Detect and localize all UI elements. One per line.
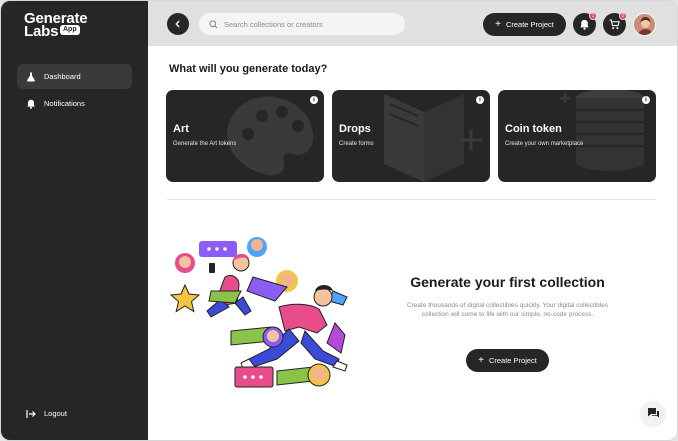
cart-badge: 0 [619, 12, 627, 20]
logo[interactable]: Generate Labs App [24, 11, 134, 42]
search-bar[interactable] [199, 13, 405, 35]
app-window: Generate Labs App Dashboard Notification… [0, 0, 678, 441]
chat-icon [647, 408, 659, 418]
top-bar: + Create Project 1 0 [148, 1, 677, 46]
notifications-badge: 1 [589, 12, 597, 20]
plus-icon: + [478, 354, 484, 366]
plus-icon: + [495, 18, 501, 30]
card-art[interactable]: i Art Generate the Art tokens [166, 90, 324, 182]
divider [167, 199, 656, 200]
sidebar: Generate Labs App Dashboard Notification… [1, 1, 148, 440]
book-icon [384, 94, 482, 182]
search-icon [209, 19, 218, 28]
logo-badge: App [60, 25, 80, 35]
sidebar-item-notifications[interactable]: Notifications [17, 91, 132, 116]
page-title: What will you generate today? [169, 63, 328, 75]
collection-description: Create thousands of digital collectibles… [406, 302, 609, 318]
search-input[interactable] [224, 19, 394, 29]
bell-icon [580, 19, 589, 30]
card-coin-token[interactable]: i Coin token Create your own marketplace [498, 90, 656, 182]
create-project-button[interactable]: + Create Project [483, 13, 566, 36]
card-subtitle: Create your own marketplace [505, 141, 584, 147]
cart-icon [609, 19, 620, 30]
info-icon[interactable]: i [310, 96, 318, 104]
coins-icon [560, 90, 644, 171]
card-subtitle: Generate the Art tokens [173, 141, 237, 147]
back-button[interactable] [167, 13, 189, 35]
avatar[interactable] [633, 13, 656, 36]
palette-icon [226, 96, 314, 176]
create-project-label: Create Project [505, 20, 554, 29]
logout-label: Logout [44, 409, 67, 418]
card-title: Coin token [505, 123, 562, 135]
notifications-button[interactable]: 1 [573, 12, 597, 36]
create-project-label: Create Project [488, 356, 537, 365]
sidebar-item-label: Notifications [44, 99, 85, 108]
user-avatar-icon [634, 14, 655, 35]
card-drops[interactable]: i Drops Create forms [332, 90, 490, 182]
create-project-button-main[interactable]: + Create Project [466, 349, 549, 372]
cart-button[interactable]: 0 [603, 12, 627, 36]
flask-icon [25, 71, 37, 83]
bell-icon [25, 98, 37, 110]
card-title: Drops [339, 123, 371, 135]
card-subtitle: Create forms [339, 141, 374, 147]
collection-title: Generate your first collection [410, 274, 605, 290]
info-icon[interactable]: i [642, 96, 650, 104]
card-title: Art [173, 123, 189, 135]
chat-button[interactable] [641, 401, 665, 425]
collection-illustration [169, 237, 348, 388]
info-icon[interactable]: i [476, 96, 484, 104]
logout-icon [25, 408, 37, 420]
sidebar-item-dashboard[interactable]: Dashboard [17, 64, 132, 89]
logout-button[interactable]: Logout [17, 401, 132, 426]
chevron-left-icon [175, 20, 180, 28]
sidebar-item-label: Dashboard [44, 72, 81, 81]
